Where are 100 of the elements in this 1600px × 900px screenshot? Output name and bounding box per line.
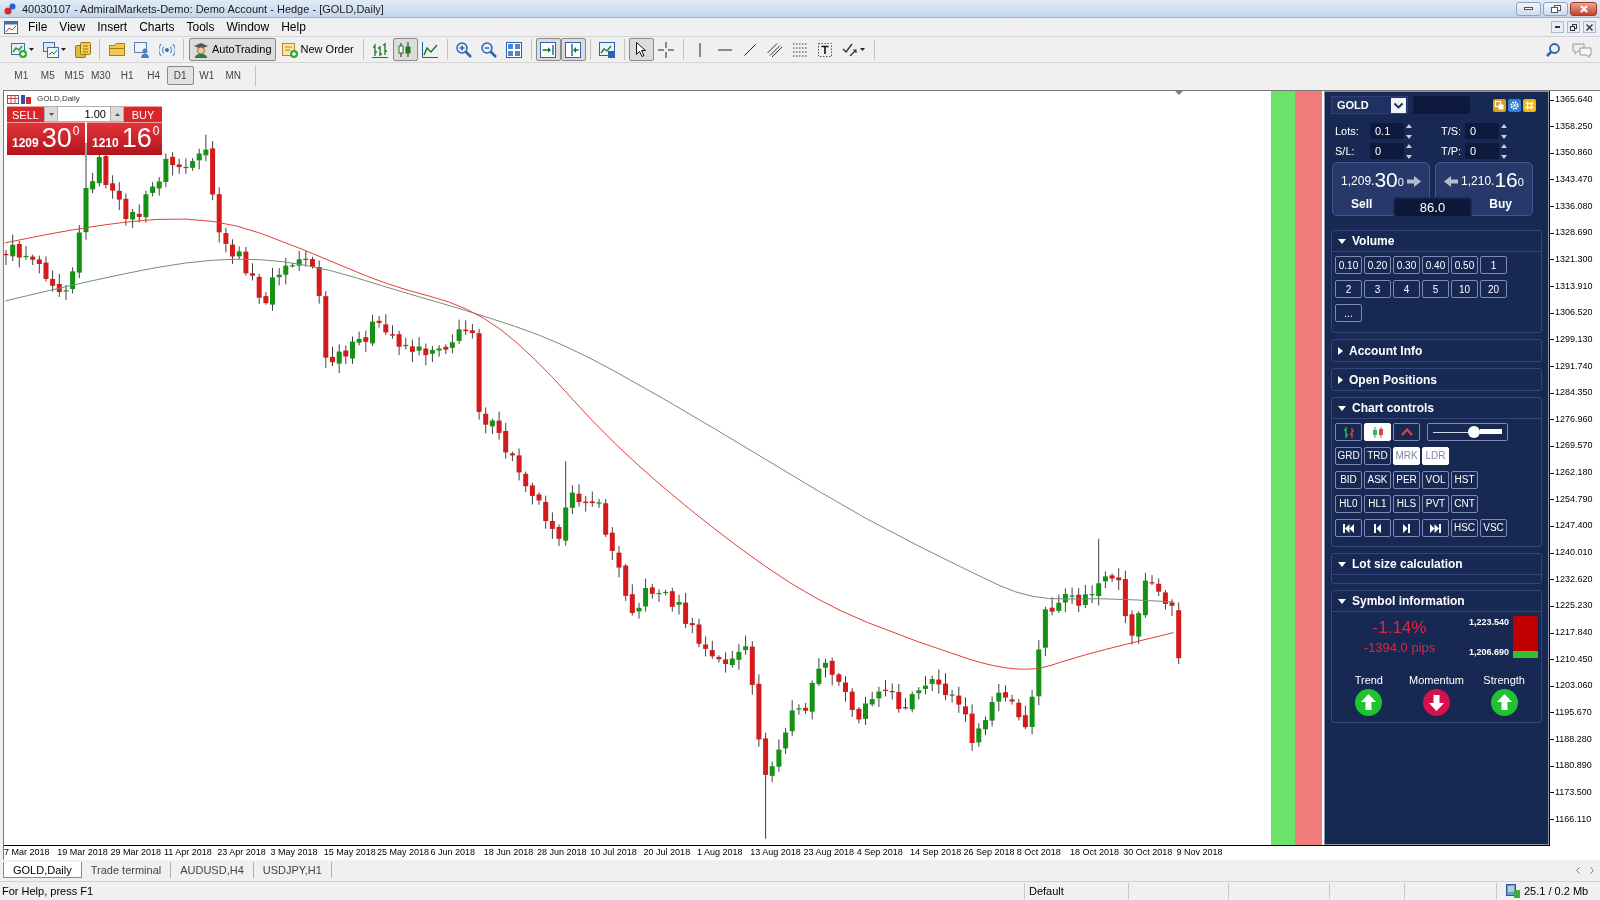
section-header[interactable]: Open Positions [1332,369,1541,390]
nav-button[interactable] [1335,519,1362,537]
toggle-button[interactable]: HLS [1393,495,1420,513]
slider-thumb[interactable] [1467,425,1480,438]
skip-back-icon [1343,523,1354,533]
nav-button[interactable] [1393,519,1420,537]
timeframe-button[interactable]: W1 [193,66,220,85]
input-field[interactable]: 0 [1465,123,1499,139]
menu-item[interactable]: Insert [91,18,134,36]
toggle-button[interactable]: PER [1393,471,1420,489]
toggle-button[interactable]: HSC [1451,519,1478,537]
volume-button[interactable]: 0.10 [1335,256,1362,274]
spin-arrows-icon[interactable] [1501,143,1507,159]
restore-button[interactable] [1567,21,1580,33]
toggle-button[interactable]: HL0 [1335,495,1362,513]
menu-item[interactable]: Window [220,18,276,36]
timeframe-button[interactable]: D1 [167,66,194,85]
toggle-button[interactable]: MRK [1393,447,1420,465]
candlestick-button[interactable] [392,38,418,61]
timeframe-button[interactable]: M15 [61,66,88,85]
vertical-line-icon [699,42,702,57]
lots-down-button[interactable] [44,106,58,122]
chart-tab[interactable]: AUDUSD,H4 [171,862,254,878]
chart-type-button[interactable] [1335,423,1362,441]
zoom-in-icon [456,41,473,58]
volume-button[interactable]: 3 [1364,280,1391,298]
timeframe-button[interactable]: MN [220,66,247,85]
menu-item[interactable]: Help [275,18,312,36]
toggle-button[interactable]: HST [1451,471,1478,489]
section-header[interactable]: Volume [1332,231,1541,252]
input-field[interactable]: 0.1 [1370,123,1404,139]
volume-button[interactable]: 0.30 [1393,256,1420,274]
menu-item[interactable]: Tools [180,18,221,36]
section-header[interactable]: Lot size calculation [1332,554,1541,575]
symbol-dropdown[interactable]: GOLD [1331,96,1408,114]
close-button[interactable] [1583,21,1596,33]
volume-button[interactable]: 4 [1393,280,1420,298]
close-button[interactable] [1570,1,1597,16]
input-field[interactable]: 0 [1370,143,1404,159]
timeframe-button[interactable]: H4 [140,66,167,85]
lots-field[interactable]: 1.00 [58,106,110,122]
nav-button[interactable] [1422,519,1449,537]
menu-item[interactable]: File [22,18,54,36]
toggle-button[interactable]: PVT [1422,495,1449,513]
zoom-slider[interactable] [1427,423,1508,441]
volume-button[interactable]: 0.20 [1364,256,1391,274]
timeframe-button[interactable]: M1 [8,66,35,85]
input-field[interactable]: 0 [1465,143,1499,159]
toggle-button[interactable]: LDR [1422,447,1449,465]
toggle-button[interactable]: ASK [1364,471,1391,489]
volume-button[interactable]: 20 [1480,280,1507,298]
spin-arrows-icon[interactable] [1501,123,1507,139]
toggle-button[interactable]: CNT [1451,495,1478,513]
minimize-button[interactable] [1551,21,1564,33]
scroll-right-button[interactable] [1590,866,1594,874]
scroll-left-button[interactable] [1576,866,1580,874]
minimize-button[interactable] [1516,1,1541,16]
section-header[interactable]: Chart controls [1332,398,1541,419]
nav-button[interactable] [1364,519,1391,537]
volume-button[interactable]: 0.40 [1422,256,1449,274]
toggle-button[interactable]: VSC [1480,519,1507,537]
restore-button[interactable] [1543,1,1568,16]
grid-button[interactable] [1523,98,1536,112]
toggle-button[interactable]: TRD [1364,447,1391,465]
section-header[interactable]: Symbol information [1332,591,1541,612]
text-tool-icon [818,42,833,57]
chart-tab[interactable]: USDJPY,H1 [253,862,332,878]
spin-arrows-icon[interactable] [1406,123,1412,139]
timeframe-button[interactable]: H1 [114,66,141,85]
toggle-button[interactable]: HL1 [1364,495,1391,513]
chart-shift-button[interactable] [560,38,586,61]
volume-button[interactable]: ... [1335,304,1362,322]
toolbar-button[interactable]: New Order [277,38,358,61]
toggle-button[interactable]: GRD [1335,447,1362,465]
autoscroll-button[interactable] [535,38,561,61]
search-button[interactable] [1546,42,1560,57]
date-label: 19 Mar 2018 [57,847,108,858]
volume-button[interactable]: 2 [1335,280,1362,298]
toggle-button[interactable]: BID [1335,471,1362,489]
menu-item[interactable]: Charts [133,18,181,36]
sell-button[interactable]: SELL [7,106,44,122]
chart-tab[interactable]: GOLD,Daily [3,862,82,878]
volume-button[interactable]: 5 [1422,280,1449,298]
toolbar-button[interactable]: AutoTrading [189,38,276,61]
chart-tab[interactable]: Trade terminal [81,862,172,878]
timeframe-button[interactable]: M5 [34,66,61,85]
volume-button[interactable]: 10 [1451,280,1478,298]
lots-up-button[interactable] [110,106,124,122]
timeframe-button[interactable]: M30 [87,66,114,85]
toggle-button[interactable]: VOL [1422,471,1449,489]
cursor-button[interactable] [628,38,654,61]
menu-item[interactable]: View [53,18,92,36]
volume-button[interactable]: 0.50 [1451,256,1478,274]
chart-type-button[interactable] [1393,423,1420,441]
settings-button[interactable] [1508,98,1521,112]
tile-windows-icon [506,41,523,58]
copy-button[interactable] [1493,98,1506,112]
buy-button[interactable]: BUY [124,106,162,122]
spin-arrows-icon[interactable] [1406,143,1412,159]
volume-button[interactable]: 1 [1480,256,1507,274]
